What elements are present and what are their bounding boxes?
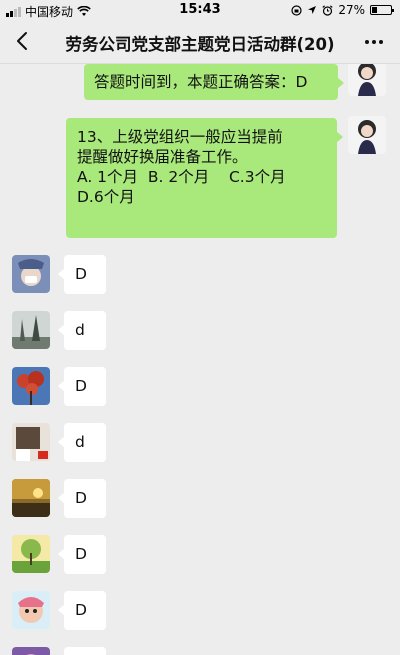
reply-text: D — [75, 545, 87, 563]
member-avatar[interactable] — [12, 479, 50, 517]
message-bubble-question[interactable]: 13、上级党组织一般应当提前 提醒做好换届准备工作。 A. 1个月 B. 2个月… — [66, 118, 343, 238]
more-dot-icon — [365, 40, 369, 44]
question-line: 提醒做好换届准备工作。 — [77, 148, 248, 166]
status-right: 27% — [291, 3, 394, 17]
question-line: 13、上级党组织一般应当提前 — [77, 128, 283, 146]
reply-bubble-partial[interactable] — [64, 647, 106, 655]
member-avatar[interactable] — [12, 647, 50, 655]
message-bubble-answer[interactable]: 答题时间到，本题正确答案：D — [84, 64, 344, 100]
member-avatar[interactable] — [12, 255, 50, 293]
chevron-left-icon — [17, 32, 27, 50]
reply-text: D — [75, 265, 87, 283]
member-avatar[interactable] — [12, 535, 50, 573]
member-avatar[interactable] — [12, 367, 50, 405]
alarm-icon — [322, 4, 333, 16]
chat-header: 劳务公司党支部主题党日活动群(20) — [0, 20, 400, 64]
rotation-lock-icon — [291, 4, 302, 16]
message-text: 答题时间到，本题正确答案：D — [94, 73, 308, 91]
chat-title: 劳务公司党支部主题党日活动群(20) — [65, 35, 335, 54]
question-options: D.6个月 — [77, 188, 135, 206]
reply-bubble[interactable]: D — [58, 591, 106, 630]
reply-bubble[interactable]: D — [58, 255, 106, 294]
reply-text: D — [75, 601, 87, 619]
reply-bubble[interactable]: D — [58, 535, 106, 574]
member-avatar[interactable] — [12, 591, 50, 629]
reply-bubble[interactable]: d — [58, 311, 106, 350]
question-options: A. 1个月 B. 2个月 C.3个月 — [77, 168, 286, 186]
member-avatar[interactable] — [12, 311, 50, 349]
more-dot-icon — [379, 40, 383, 44]
reply-bubble[interactable]: d — [58, 423, 106, 462]
back-button[interactable] — [8, 26, 38, 56]
reply-text: D — [75, 489, 87, 507]
reply-bubble[interactable]: D — [58, 479, 106, 518]
my-avatar[interactable] — [348, 116, 386, 154]
reply-text: d — [75, 321, 85, 339]
reply-text: d — [75, 433, 85, 451]
more-dot-icon — [372, 40, 376, 44]
battery-percent: 27% — [338, 3, 365, 17]
more-button[interactable] — [360, 28, 388, 56]
status-bar: 中国移动 15:43 27% — [0, 0, 400, 20]
chat-messages: 答题时间到，本题正确答案：D 13、上级党组织一般应当提前 提醒做好换届准备工作… — [0, 64, 400, 655]
my-avatar[interactable] — [348, 64, 386, 96]
reply-bubble[interactable]: D — [58, 367, 106, 406]
reply-text: D — [75, 377, 87, 395]
member-avatar[interactable] — [12, 423, 50, 461]
location-icon — [308, 6, 317, 14]
battery-icon — [370, 5, 394, 15]
